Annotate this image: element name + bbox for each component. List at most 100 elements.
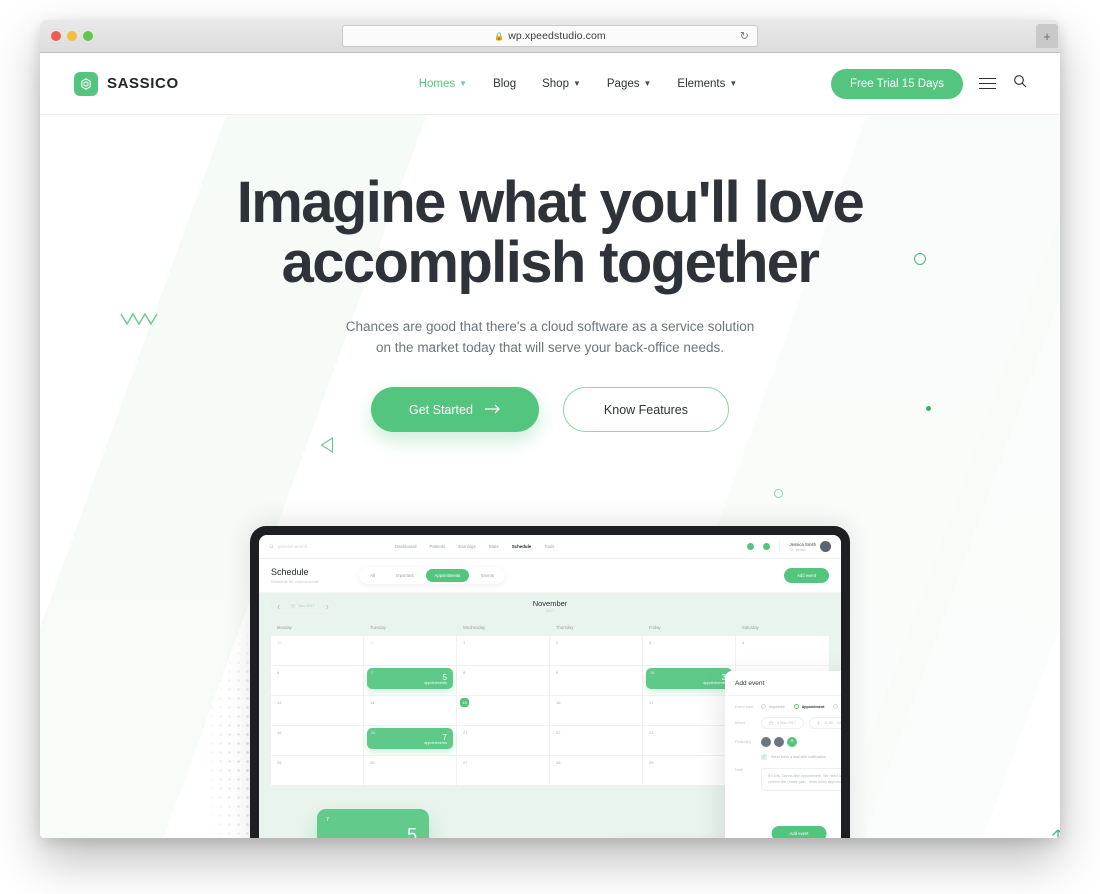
dash-nav-schedule[interactable]: Schedule	[512, 544, 532, 549]
nav-item-elements[interactable]: Elements ▼	[677, 78, 737, 90]
filter-all[interactable]: All	[361, 569, 384, 582]
reload-icon[interactable]: ↻	[740, 30, 749, 43]
appointments-block[interactable]: 10 3 appointments	[646, 668, 732, 689]
filter-events[interactable]: Events	[472, 569, 503, 582]
maximize-window-button[interactable]	[83, 31, 93, 41]
calendar-cell[interactable]: 7 5 appointments	[364, 665, 457, 695]
calendar-cell[interactable]: 15	[457, 695, 550, 725]
chevron-left-icon[interactable]: ❮	[277, 604, 280, 609]
dashboard-navigation: Dashboard Patients Earnings Stats Schedu…	[395, 544, 555, 549]
appointments-tooltip-card: 7 5 appointments	[317, 809, 429, 838]
brand-logo[interactable]: SASSICO	[74, 71, 179, 96]
url-bar[interactable]: 🔒 wp.xpeedstudio.com ↻	[342, 25, 758, 47]
calendar-cell[interactable]: 17	[643, 695, 736, 725]
calendar-day-number: 31	[370, 640, 375, 645]
tooltip-day: 7	[326, 817, 330, 823]
calendar-dow-monday: Monday	[271, 619, 364, 635]
dash-nav-stats[interactable]: Stats	[489, 544, 499, 549]
calendar-cell[interactable]: 8	[457, 665, 550, 695]
calendar-cell[interactable]: 20 7 appointments	[364, 725, 457, 755]
add-event-button[interactable]: Add event	[784, 568, 829, 583]
chevron-right-icon[interactable]: ❯	[326, 604, 329, 609]
radio-important[interactable]: Important	[761, 704, 785, 709]
notifications-badge-icon[interactable]	[747, 543, 755, 550]
calendar-cell[interactable]: 1	[457, 635, 550, 665]
nav-item-homes[interactable]: Homes ▼	[419, 78, 467, 90]
calendar-cell[interactable]: 14	[364, 695, 457, 725]
calendar-cell[interactable]: 2	[550, 635, 643, 665]
calendar-cell[interactable]: 28	[550, 755, 643, 785]
calendar-cell[interactable]: 27	[457, 755, 550, 785]
calendar-cell[interactable]: 16	[550, 695, 643, 725]
hamburger-menu-icon[interactable]	[979, 77, 996, 90]
radio-event[interactable]: Event	[833, 704, 841, 709]
calendar-cell[interactable]: 19	[271, 725, 364, 755]
dashboard-topbar-actions: Jessica Smith Dr. dentist	[747, 541, 831, 552]
filter-appointments[interactable]: Appointments	[425, 569, 470, 582]
patients-row: Patient(s) +	[735, 737, 841, 747]
nav-item-pages[interactable]: Pages ▼	[607, 78, 652, 90]
calendar-cell[interactable]: 21	[457, 725, 550, 755]
calendar-dow-friday: Friday	[643, 619, 736, 635]
patient-avatars: +	[761, 737, 797, 747]
calendar-cell[interactable]: 26	[364, 755, 457, 785]
dashboard-search-input[interactable]: general search...	[269, 544, 379, 549]
nav-label: Pages	[606, 77, 640, 90]
calendar-cell[interactable]: 10 3 appointments	[643, 665, 736, 695]
messages-badge-icon[interactable]	[763, 543, 771, 550]
calendar-cell[interactable]: 4	[736, 635, 829, 665]
new-tab-button[interactable]: +	[1036, 24, 1058, 48]
calendar-date-text: Nov 2017	[298, 604, 315, 608]
appointments-block[interactable]: 20 7 appointments	[367, 728, 453, 749]
calendar-day-number: 8	[463, 670, 466, 675]
chevron-down-icon: ▼	[572, 78, 581, 88]
minimize-window-button[interactable]	[67, 31, 77, 41]
calendar-cell[interactable]: 3	[643, 635, 736, 665]
user-menu[interactable]: Jessica Smith Dr. dentist	[779, 541, 831, 552]
dash-nav-tools[interactable]: Tools	[544, 544, 554, 549]
triangle-outline-icon	[320, 436, 334, 458]
hero-title-line-1: Imagine what you'll love	[236, 170, 865, 235]
dash-nav-earnings[interactable]: Earnings	[458, 544, 475, 549]
calendar-month-name: November	[532, 599, 568, 608]
checkbox-icon[interactable]: ✓	[761, 754, 767, 760]
calendar-cell[interactable]: 6	[271, 665, 364, 695]
notes-textarea[interactable]: It's Mrs. Danna first appointment, We ne…	[761, 768, 841, 792]
chevron-down-icon: ▼	[459, 78, 468, 88]
avatar[interactable]	[774, 737, 784, 747]
radio-appointment[interactable]: Appointment	[793, 704, 824, 709]
dash-nav-dashboard[interactable]: Dashboard	[395, 544, 416, 549]
filter-important[interactable]: Important	[387, 569, 423, 582]
event-type-label: Event type	[735, 704, 753, 709]
calendar-cell[interactable]: 23	[643, 725, 736, 755]
nav-item-blog[interactable]: Blog	[493, 78, 516, 90]
get-started-button[interactable]: Get Started	[370, 387, 539, 433]
notes-label: Note	[735, 768, 744, 772]
plus-icon[interactable]: +	[787, 737, 797, 747]
page-title: Imagine what you'll love accomplish toge…	[200, 170, 900, 294]
calendar-cell[interactable]: 22	[550, 725, 643, 755]
calendar-cell[interactable]: 9	[550, 665, 643, 695]
free-trial-button[interactable]: Free Trial 15 Days	[831, 68, 963, 99]
modal-add-event-button[interactable]: Add event	[771, 826, 827, 838]
nav-label: Elements	[677, 77, 726, 90]
know-features-button[interactable]: Know Features	[562, 387, 729, 433]
avatar[interactable]	[761, 737, 771, 747]
nav-label: Homes	[418, 77, 456, 90]
notify-checkbox-row[interactable]: ✓ Send them a mail with notification	[761, 754, 841, 760]
calendar-date-chip[interactable]: Nov 2017	[285, 601, 321, 611]
close-window-button[interactable]	[51, 31, 61, 41]
radio-dot-icon	[793, 704, 799, 709]
nav-item-shop[interactable]: Shop ▼	[542, 78, 581, 90]
calendar-cell[interactable]: 29	[643, 755, 736, 785]
calendar-cell[interactable]: 25	[271, 755, 364, 785]
date-picker-field[interactable]: 4 Nov 2017	[761, 717, 804, 729]
calendar-cell[interactable]: 13	[271, 695, 364, 725]
search-icon[interactable]	[1012, 73, 1028, 94]
time-range-field[interactable]: ❮ 11:00 12	[808, 717, 841, 729]
calendar-cell[interactable]: 30	[271, 635, 364, 665]
calendar-cell[interactable]: 31	[364, 635, 457, 665]
dash-nav-patients[interactable]: Patients	[429, 544, 445, 549]
chevron-left-icon[interactable]: ❮	[817, 721, 820, 725]
appointments-block[interactable]: 7 5 appointments	[367, 668, 453, 689]
